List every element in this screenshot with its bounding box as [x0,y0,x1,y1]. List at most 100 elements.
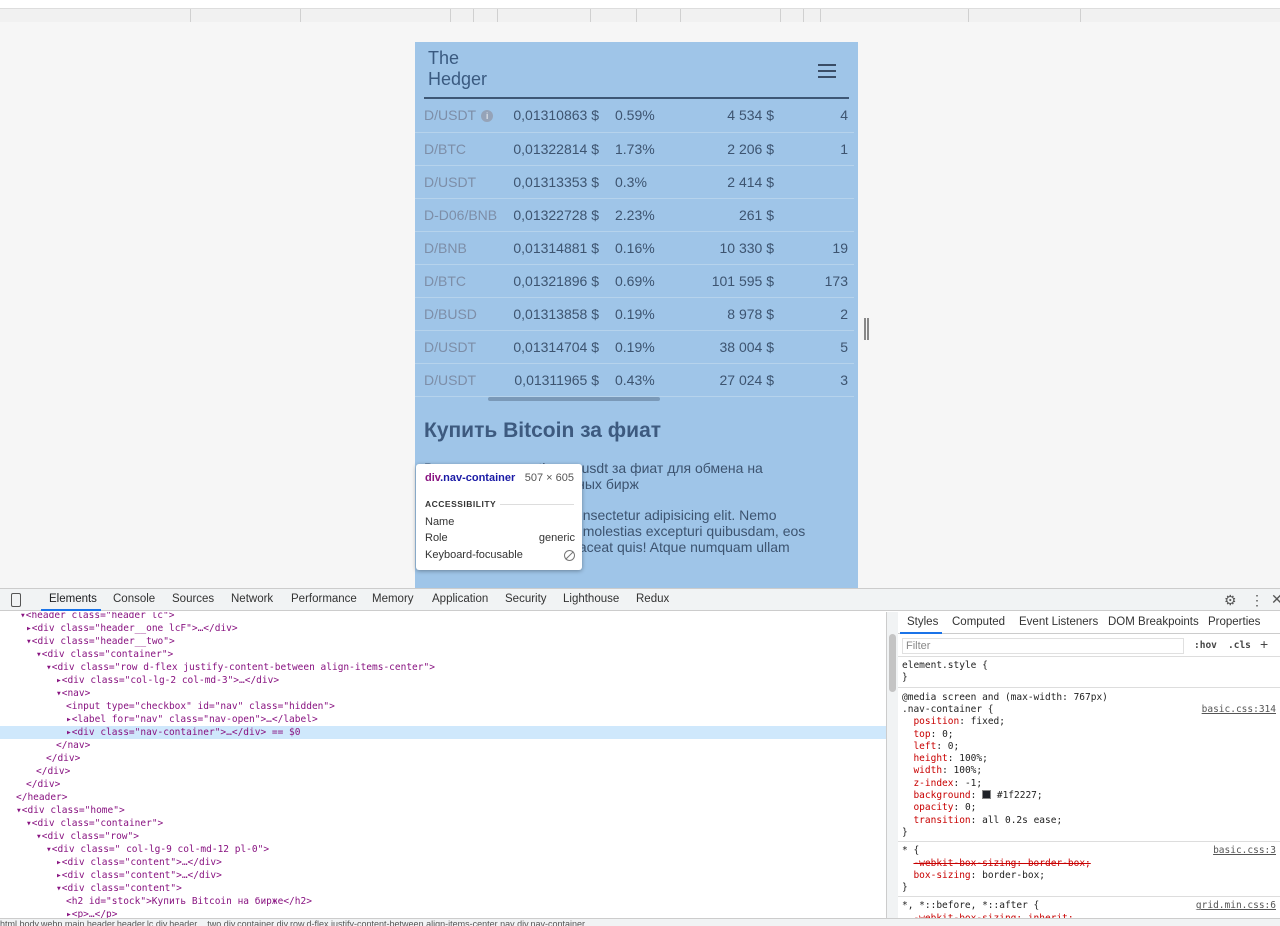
styles-tab-dom-breakpoints[interactable]: DOM Breakpoints [1108,616,1199,628]
dom-node[interactable]: <input type="checkbox" id="nav" class="h… [0,700,886,713]
dom-node[interactable]: ▾<div class="row d-flex justify-content-… [0,661,886,674]
rate-pair: D/USDT i [415,99,503,133]
rate-price: 0,01310863 $ [503,99,607,133]
styles-tab-computed[interactable]: Computed [952,616,1005,628]
devtools-tab-network[interactable]: Network [231,593,273,605]
rate-vol: 27 024 $ [662,363,774,397]
info-icon[interactable]: i [481,110,494,123]
elements-dom-tree[interactable]: ▾<header class="header lc"> ▸<div class="… [0,612,886,918]
devtools-tab-security[interactable]: Security [505,593,547,605]
dom-node[interactable]: ▸<label for="nav" class="nav-open">…</la… [0,713,886,726]
dom-node[interactable]: ▾<div class="container"> [0,817,886,830]
rate-row[interactable]: D/BTC 0,01321896 $ 0.69% 101 595 $ 173 [415,264,854,298]
style-text: } [902,672,908,684]
more-options-icon[interactable]: ⋮ [1250,592,1264,609]
property-value: all 0.2s ease; [982,814,1063,826]
dom-node[interactable]: </div> [0,752,886,765]
device-ruler [0,8,1280,23]
new-rule-button[interactable]: + [1260,636,1268,652]
dom-breadcrumbs[interactable]: html body.webp main header.header.lc div… [0,918,1280,926]
dom-node[interactable]: </header> [0,791,886,804]
dom-node[interactable]: </div> [0,765,886,778]
style-text: element.style { [902,660,988,671]
devtools-tab-elements[interactable]: Elements [49,593,97,605]
dom-node[interactable]: ▾<div class="home"> [0,804,886,817]
source-link[interactable]: basic.css:314 [1202,704,1276,716]
rate-row[interactable]: D/USDT 0,01311965 $ 0.43% 27 024 $ 3 [415,363,854,397]
dom-node[interactable]: ▾<div class="header__two"> [0,635,886,648]
dom-node[interactable]: ▸<div class="col-lg-2 col-md-3">…</div> [0,674,886,687]
table-scrollbar[interactable] [488,397,660,401]
rate-row[interactable]: D/BTC 0,01322814 $ 1.73% 2 206 $ 1 [415,132,854,166]
site-header: The Hedger [415,42,858,98]
devtools-tab-memory[interactable]: Memory [372,593,414,605]
dom-node[interactable]: ▾<div class="row"> [0,830,886,843]
site-logo[interactable]: The Hedger [428,48,487,90]
devtools-tab-application[interactable]: Application [432,593,488,605]
style-property: position: fixed; [913,716,1005,728]
color-swatch[interactable] [982,790,992,799]
property-value: #1f2227; [996,790,1043,801]
rate-last-text: 3 [840,371,848,388]
dom-node[interactable]: ▾<nav> [0,687,886,700]
rate-row[interactable]: D/USDT i 0,01310863 $ 0.59% 4 534 $ 4 [415,99,854,133]
devtools-tab-bar: Elements Console Sources Network Performance… [0,588,1280,611]
rate-price-text: 0,01321896 $ [513,272,599,289]
rate-row[interactable]: D/BUSD 0,01313858 $ 0.19% 8 978 $ 2 [415,297,854,331]
rate-row[interactable]: D/BNB 0,01314881 $ 0.16% 10 330 $ 19 [415,231,854,265]
dom-node[interactable]: ▾<div class=" col-lg-9 col-md-12 pl-0"> [0,843,886,856]
rate-vol: 261 $ [662,198,774,232]
dom-node[interactable]: ▸<div class="nav-container">…</div> == $… [0,726,886,739]
dom-scrollbar-thumb[interactable] [889,634,896,692]
style-property: top: 0; [913,728,954,740]
styles-tab-properties[interactable]: Properties [1208,616,1260,628]
dom-node[interactable]: ▸<div class="header__one lcF">…</div> [0,622,886,635]
rate-pair-text: D/BTC [424,272,466,289]
hov-toggle[interactable]: :hov [1194,640,1217,651]
source-link[interactable]: basic.css:3 [1213,845,1276,857]
settings-icon[interactable]: ⚙ [1224,592,1237,609]
rate-row[interactable]: D/USDT 0,01313353 $ 0.3% 2 414 $ [415,165,854,199]
device-toolbar-icon[interactable] [11,593,21,607]
devtools-tab-lighthouse[interactable]: Lighthouse [563,593,619,605]
dom-node[interactable]: ▾<header class="header lc"> [0,612,886,622]
dom-node[interactable]: ▾<div class="content"> [0,882,886,895]
rate-pct: 2.23% [607,198,662,232]
rate-vol: 101 595 $ [662,264,774,298]
dom-node[interactable]: </div> [0,778,886,791]
dom-node[interactable]: ▸<div class="content">…</div> [0,869,886,882]
rate-row[interactable]: D-D06/BNB 0,01322728 $ 2.23% 261 $ [415,198,854,232]
panel-splitter[interactable] [886,612,898,918]
dom-node[interactable]: <h2 id="stock">Купить Bitcoin на бирже</… [0,895,886,908]
rate-pair-text: D/BUSD [424,305,477,322]
inspect-tooltip: div.nav-container 507 × 605 ACCESSIBILIT… [416,464,582,570]
rate-vol: 38 004 $ [662,330,774,364]
rate-pct: 0.19% [607,297,662,331]
rate-vol: 2 414 $ [662,165,774,199]
property-value: 0; [947,740,960,752]
rate-price: 0,01314881 $ [503,231,607,265]
rate-price: 0,01311965 $ [503,363,607,397]
dom-node[interactable]: ▸<div class="content">…</div> [0,856,886,869]
source-link[interactable]: grid.min.css:6 [1196,900,1276,912]
width-resize-handle[interactable] [864,318,870,340]
devtools-tab-performance[interactable]: Performance [291,593,357,605]
close-devtools-icon[interactable]: ✕ [1271,591,1280,608]
rate-pct-text: 0.19% [615,305,655,322]
devtools-tab-sources[interactable]: Sources [172,593,214,605]
rate-row[interactable]: D/USDT 0,01314704 $ 0.19% 38 004 $ 5 [415,330,854,364]
devtools-tab-redux[interactable]: Redux [636,593,669,605]
dom-node[interactable]: ▾<div class="container"> [0,648,886,661]
dom-node[interactable]: </nav> [0,739,886,752]
rate-pair: D/USDT [415,165,503,199]
devtools-tab-console[interactable]: Console [113,593,155,605]
rate-price-text: 0,01313858 $ [513,305,599,322]
styles-tab-styles[interactable]: Styles [907,616,938,628]
styles-tab-event-listeners[interactable]: Event Listeners [1019,616,1098,628]
rate-last-text: 4 [840,107,848,124]
dom-node[interactable]: ▸<p>…</p> [0,908,886,918]
cls-toggle[interactable]: .cls [1228,640,1251,651]
menu-icon[interactable] [818,64,836,78]
rate-last-text: 19 [832,239,848,256]
styles-filter-input[interactable]: Filter [902,638,1184,654]
